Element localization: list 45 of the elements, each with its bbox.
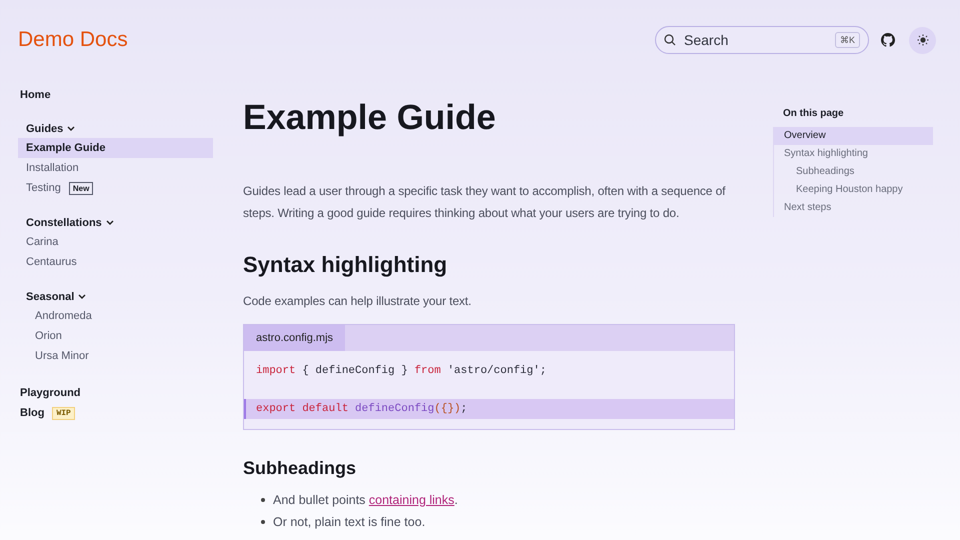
sidebar-link[interactable]: Andromeda	[27, 306, 213, 326]
bullet-text: And bullet points containing links.	[273, 492, 458, 509]
badge: WIP	[52, 406, 75, 420]
sidebar-link[interactable]: Example Guide	[18, 138, 213, 158]
keyboard-shortcut: ⌘K	[834, 32, 860, 48]
toc-link[interactable]: Keeping Houston happy	[774, 181, 933, 199]
sidebar-group[interactable]: Constellations	[18, 214, 114, 232]
toc-link[interactable]: Subheadings	[774, 163, 933, 181]
toc-link[interactable]: Next steps	[774, 199, 933, 217]
sidebar-group[interactable]: Seasonal	[18, 288, 86, 306]
chevron-down-icon	[67, 126, 76, 132]
bullet-icon	[261, 520, 265, 524]
search-bar[interactable]: Search ⌘K	[655, 26, 869, 54]
sidebar-link[interactable]: Installation	[18, 158, 213, 178]
text-link[interactable]: containing links	[368, 493, 454, 507]
intro-paragraph: Guides lead a user through a specific task they want to accomplish, often with a sequence of steps. Writing a good guide requires thinking about what your users are trying to do.	[243, 183, 726, 222]
sidebar-link[interactable]: Ursa Minor	[27, 346, 213, 366]
search-input[interactable]: Search	[682, 31, 829, 49]
search-icon	[664, 34, 676, 46]
bullet-icon	[261, 498, 265, 502]
section-text: Code examples can help illustrate your text.	[243, 293, 472, 310]
sun-icon	[916, 34, 928, 46]
sidebar-link[interactable]: Orion	[27, 326, 213, 346]
sidebar-link[interactable]: Carina	[18, 232, 213, 252]
sidebar-link[interactable]: Testing	[18, 178, 69, 198]
sidebar-link[interactable]: Centaurus	[18, 252, 213, 272]
github-icon[interactable]	[881, 33, 895, 47]
chevron-down-icon	[106, 220, 114, 226]
theme-toggle[interactable]	[909, 26, 936, 54]
toc-link[interactable]: Syntax highlighting	[774, 145, 933, 163]
section-heading: Syntax highlighting	[243, 252, 448, 278]
badge: New	[68, 182, 94, 194]
sidebar-link[interactable]: Home	[18, 86, 53, 104]
site-logo[interactable]: Demo Docs	[18, 28, 655, 52]
toc-link[interactable]: Overview	[774, 127, 933, 145]
chevron-down-icon	[78, 294, 86, 300]
bullet-text: Or not, plain text is fine too.	[273, 514, 426, 531]
file-tab[interactable]: astro.config.mjs	[244, 325, 346, 351]
sidebar-link[interactable]: Blog	[18, 404, 46, 422]
section-heading: Subheadings	[243, 458, 358, 479]
sidebar-link[interactable]: Playground	[18, 384, 83, 402]
code-line: import { defineConfig } from 'astro/config';	[255, 364, 548, 379]
sidebar-group[interactable]: Guides	[18, 120, 76, 138]
page-title: Example Guide	[243, 98, 497, 138]
toc-title: On this page	[782, 108, 845, 119]
